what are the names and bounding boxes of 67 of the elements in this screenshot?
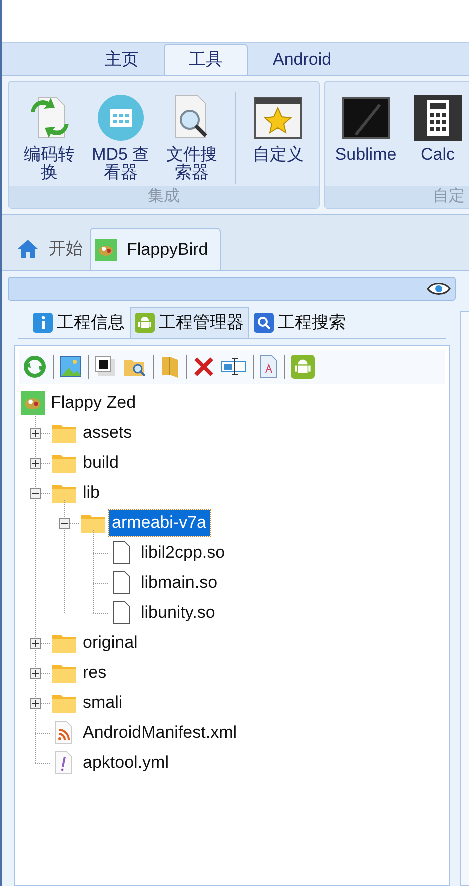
ribbon-button[interactable]: 自定义 [244,90,313,186]
project-tab[interactable]: 工程搜索 [249,307,351,338]
file-icon [113,571,131,595]
document-icon[interactable] [260,355,278,379]
tree-item[interactable]: apktool.yml [80,750,172,776]
ribbon-tab[interactable]: 主页 [80,44,164,75]
exclamation-file-icon [55,751,73,775]
bird-icon [21,391,45,415]
group-label: 自定 [433,186,465,207]
project-tab[interactable]: 工程信息 [28,307,130,338]
expand-icon[interactable] [30,668,41,678]
expand-icon[interactable] [30,428,41,438]
book-icon[interactable] [160,355,180,379]
tree-item[interactable]: armeabi-v7a [109,510,210,536]
collapse-icon[interactable] [30,488,41,498]
tree-item[interactable]: original [80,630,141,656]
folder-icon [52,483,76,503]
project-tab[interactable]: 工程管理器 [130,307,249,338]
ribbon-button[interactable]: 编码转换 [15,90,84,186]
info-icon [33,312,53,332]
ribbon-button[interactable]: Sublime [331,90,401,186]
screen-icon[interactable] [95,356,117,378]
rename-icon[interactable] [221,356,247,378]
tree-item[interactable]: libunity.so [138,600,218,626]
android-icon [291,355,315,379]
tree-item[interactable]: assets [80,420,136,446]
ribbon-button[interactable]: Calc [403,90,469,186]
image-icon[interactable] [60,356,82,378]
bird-icon [95,238,117,260]
folder-icon [52,693,76,713]
expand-icon[interactable] [30,698,41,708]
ribbon-button[interactable]: 文件搜索器 [158,90,227,186]
document-tab[interactable]: FlappyBird [90,228,222,270]
tree-item[interactable]: AndroidManifest.xml [80,720,240,746]
group-label: 集成 [148,186,180,207]
refresh-icon[interactable] [23,355,47,379]
file-icon [113,601,131,625]
collapse-icon[interactable] [59,518,70,528]
tree-item[interactable]: smali [80,690,126,716]
terminal-window-icon [342,97,390,139]
star-window-icon [254,97,302,139]
tree-item[interactable]: Flappy Zed [51,390,136,416]
ribbon-button[interactable]: MD5 查看器 [86,90,156,186]
folder-icon [52,633,76,653]
ribbon-tab[interactable]: Android [248,44,357,75]
delete-icon[interactable] [193,356,215,378]
document-tab[interactable]: 开始 [12,228,88,270]
folder-icon [81,513,105,533]
calendar-icon [96,94,145,142]
tree-item[interactable]: libmain.so [138,570,221,596]
folder-icon [52,423,76,443]
rss-file-icon [55,721,73,745]
tree-item[interactable]: lib [80,480,104,506]
ribbon-tab[interactable]: 工具 [164,44,248,75]
expand-icon[interactable] [30,458,41,468]
home-icon [17,238,39,260]
folder-icon [52,453,76,473]
eye-icon[interactable] [427,282,451,296]
calculator-icon [414,95,462,141]
tree-item[interactable]: build [80,450,122,476]
android-icon [135,313,155,333]
tree-item[interactable]: libil2cpp.so [138,540,228,566]
search-icon [254,312,274,332]
folder-icon [52,663,76,683]
file-icon [113,541,131,565]
expand-icon[interactable] [30,638,41,648]
tree-item[interactable]: res [80,660,110,686]
